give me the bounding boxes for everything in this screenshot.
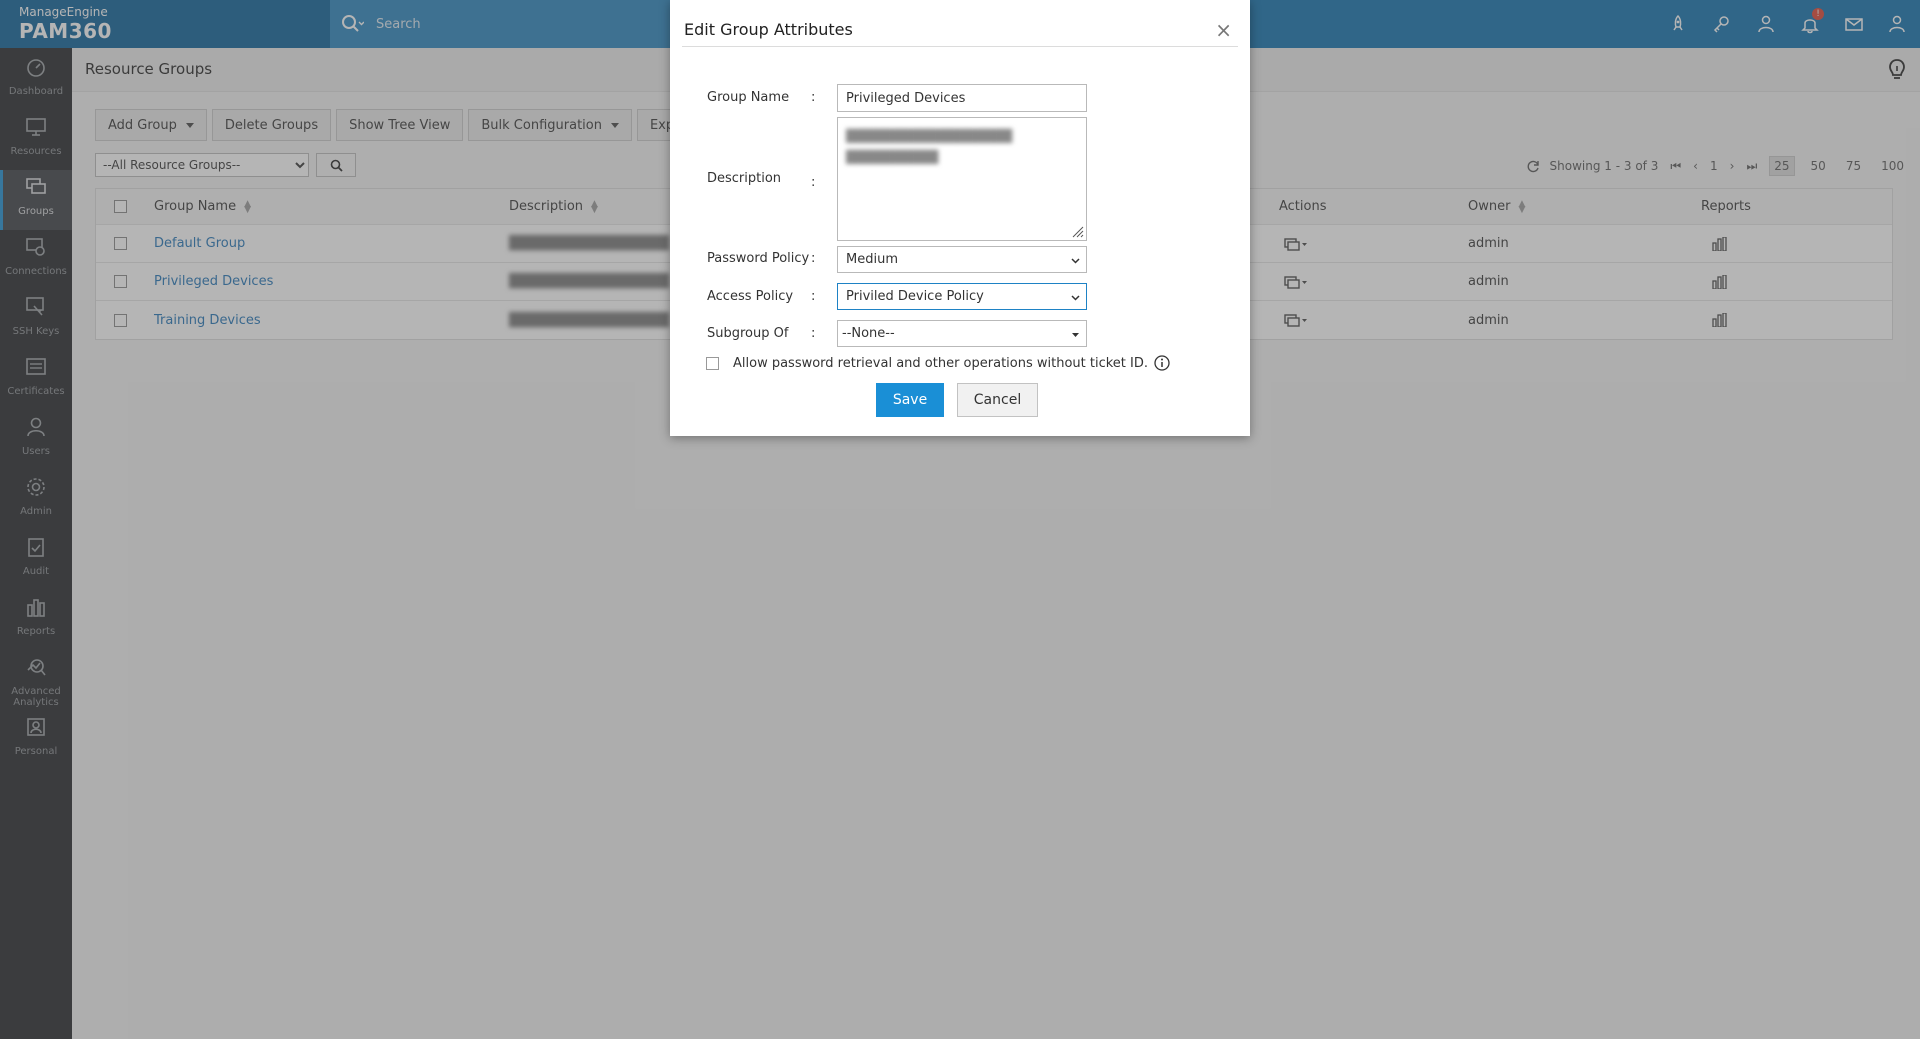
access-policy-label: Access Policy xyxy=(707,289,794,304)
resize-grip-icon[interactable] xyxy=(1070,224,1084,238)
access-policy-select[interactable]: Priviled Device Policy xyxy=(837,283,1087,310)
cancel-button[interactable]: Cancel xyxy=(957,383,1038,417)
colon: : xyxy=(811,289,816,304)
description-textarea[interactable]: ██████████████████ ██████████ xyxy=(837,117,1087,241)
access-policy-value: Priviled Device Policy xyxy=(846,289,984,304)
description-label: Description xyxy=(707,171,782,186)
subgroup-value: --None-- xyxy=(842,326,895,341)
chevron-down-icon xyxy=(1071,258,1080,264)
colon: : xyxy=(811,326,816,341)
dialog-title: Edit Group Attributes xyxy=(684,20,853,39)
group-name-input[interactable] xyxy=(837,84,1087,112)
password-policy-label: Password Policy xyxy=(707,251,810,266)
group-name-label: Group Name xyxy=(707,90,790,105)
dialog-divider xyxy=(682,46,1238,47)
chevron-down-icon xyxy=(1071,295,1080,301)
password-policy-value: Medium xyxy=(846,252,898,267)
colon: : xyxy=(811,251,816,266)
colon: : xyxy=(811,90,816,105)
subgroup-of-select[interactable]: --None-- xyxy=(837,320,1087,347)
save-button[interactable]: Save xyxy=(876,383,944,417)
description-text-redacted: ██████████████████ ██████████ xyxy=(846,129,1013,164)
colon: : xyxy=(811,175,816,190)
caret-down-icon xyxy=(1072,333,1079,337)
info-icon[interactable] xyxy=(1154,355,1170,371)
ticket-bypass-checkbox[interactable] xyxy=(706,356,719,370)
ticket-bypass-label: Allow password retrieval and other opera… xyxy=(733,355,1149,371)
ticket-bypass-row: Allow password retrieval and other opera… xyxy=(706,355,1170,371)
password-policy-select[interactable]: Medium xyxy=(837,246,1087,273)
subgroup-of-label: Subgroup Of xyxy=(707,326,789,341)
edit-group-attributes-dialog: Edit Group Attributes × Group Name : Des… xyxy=(670,0,1250,436)
close-icon[interactable]: × xyxy=(1215,18,1232,42)
